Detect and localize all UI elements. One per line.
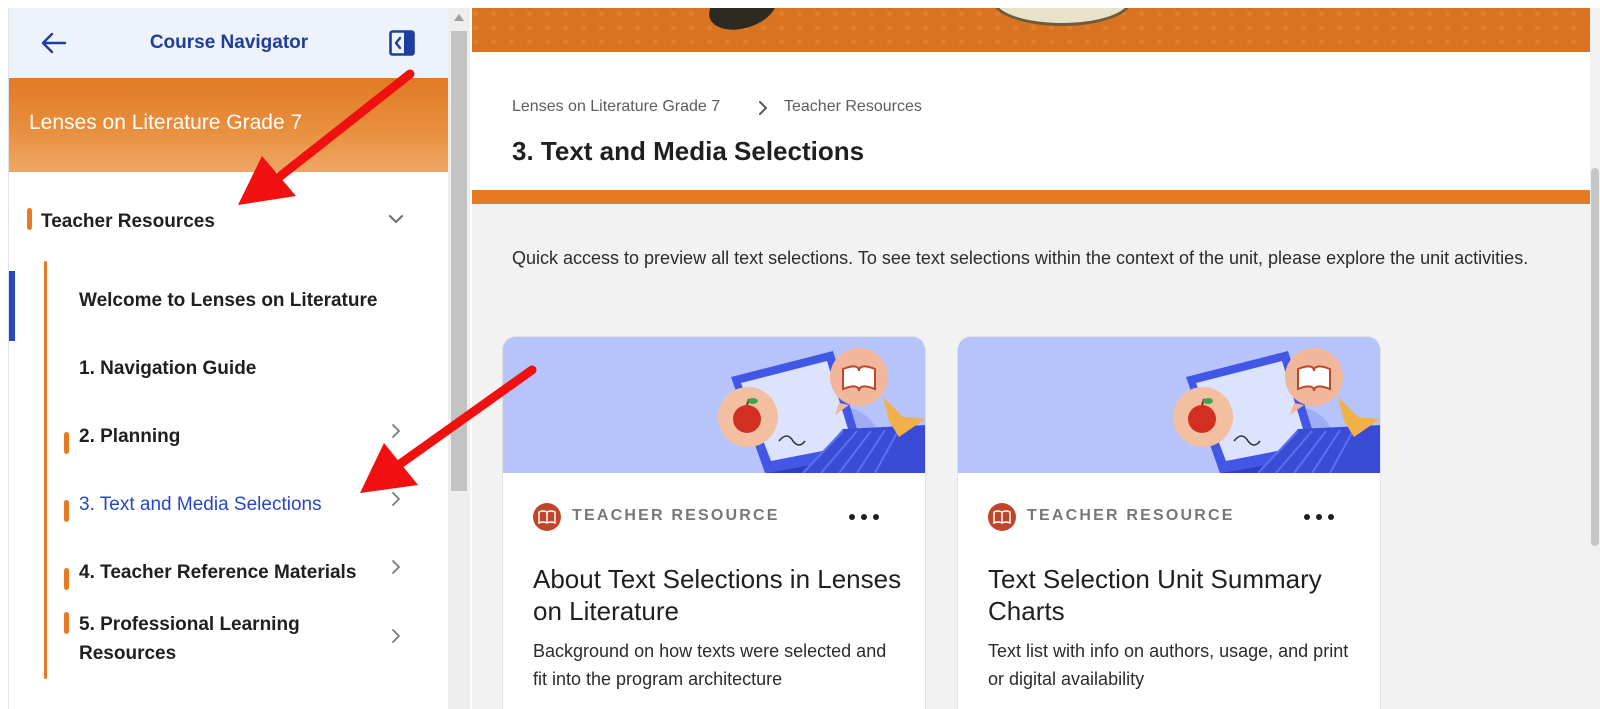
section-teacher-resources[interactable]: Teacher Resources — [9, 204, 448, 240]
sidebar-item-navigation-guide[interactable]: 1. Navigation Guide — [9, 351, 448, 407]
sidebar-item-label: 5. Professional Learning — [79, 614, 300, 635]
page-header: Lenses on Literature Grade 7 Teacher Res… — [472, 52, 1590, 190]
card-type-label: TEACHER RESOURCE — [1027, 507, 1235, 524]
course-banner[interactable]: Lenses on Literature Grade 7 — [9, 78, 448, 172]
breadcrumb-course[interactable]: Lenses on Literature Grade 7 — [512, 98, 720, 116]
sidebar-item-label: 4. Teacher Reference Materials — [79, 562, 357, 583]
sidebar-item-teacher-reference[interactable]: 4. Teacher Reference Materials — [9, 555, 448, 611]
sidebar-item-label: 3. Text and Media Selections — [79, 494, 322, 515]
book-icon — [988, 503, 1016, 531]
intro-text: Quick access to preview all text selecti… — [512, 248, 1529, 268]
item-marker — [64, 432, 69, 454]
navigator-title: Course Navigator — [149, 32, 309, 53]
card-type-label: TEACHER RESOURCE — [572, 507, 780, 524]
resource-card[interactable]: TEACHER RESOURCE Text Selection Unit Sum… — [957, 336, 1381, 709]
item-marker — [64, 568, 69, 590]
card-type-row: TEACHER RESOURCE — [533, 501, 903, 533]
chevron-right-icon[interactable] — [387, 627, 405, 645]
more-options-button[interactable] — [849, 507, 879, 527]
page-title: 3. Text and Media Selections — [512, 136, 865, 166]
resource-card[interactable]: TEACHER RESOURCE About Text Selections i… — [502, 336, 926, 709]
card-title[interactable]: About Text Selections in Lenses on Liter… — [533, 563, 903, 627]
sidebar-scroll-thumb[interactable] — [451, 31, 467, 491]
item-marker — [64, 612, 69, 634]
collapse-panel-button[interactable] — [385, 26, 419, 60]
chevron-right-icon[interactable] — [387, 490, 405, 508]
sidebar-item-welcome[interactable]: Welcome to Lenses on Literature — [9, 283, 448, 339]
section-marker — [27, 208, 32, 230]
card-description: Background on how texts were selected an… — [533, 641, 887, 689]
scroll-up-arrow-icon[interactable] — [454, 14, 464, 21]
card-illustration — [503, 337, 925, 473]
breadcrumb: Lenses on Literature Grade 7 — [512, 98, 720, 116]
course-title: Lenses on Literature Grade 7 — [29, 111, 303, 134]
sidebar-item-planning[interactable]: 2. Planning — [9, 419, 448, 475]
navigator-header: Course Navigator — [9, 8, 448, 78]
main-content: Lenses on Literature Grade 7 Teacher Res… — [472, 8, 1590, 709]
breadcrumb-chevron-icon — [759, 101, 767, 115]
card-type-row: TEACHER RESOURCE — [988, 501, 1358, 533]
collapse-panel-icon — [389, 30, 415, 56]
chevron-right-icon[interactable] — [387, 422, 405, 440]
sidebar-item-label: 1. Navigation Guide — [79, 358, 257, 379]
sidebar-item-professional-learning[interactable]: 5. Professional Learning Resources — [9, 608, 448, 678]
sidebar-item-label: 2. Planning — [79, 426, 181, 447]
card-title[interactable]: Text Selection Unit Summary Charts — [988, 563, 1358, 627]
book-icon — [533, 503, 561, 531]
chevron-right-icon[interactable] — [387, 558, 405, 576]
page-scroll-thumb[interactable] — [1591, 168, 1599, 546]
card-illustration — [958, 337, 1380, 473]
sidebar-item-text-media-selections[interactable]: 3. Text and Media Selections — [9, 487, 448, 543]
hero-image — [472, 8, 1590, 52]
header-divider — [472, 190, 1590, 204]
page-scrollbar[interactable] — [1590, 8, 1600, 709]
course-navigator-panel: Course Navigator Lenses on Literature Gr… — [8, 8, 448, 709]
breadcrumb-section[interactable]: Teacher Resources — [784, 98, 922, 116]
sidebar-scrollbar[interactable] — [448, 8, 470, 709]
section-label: Teacher Resources — [41, 211, 215, 232]
breadcrumb-section-wrap: Teacher Resources — [784, 98, 922, 116]
card-description: Text list with info on authors, usage, a… — [988, 641, 1349, 689]
sidebar-item-label: Welcome to Lenses on Literature — [79, 290, 378, 311]
sidebar-item-label-line2: Resources — [79, 643, 177, 664]
more-options-button[interactable] — [1304, 507, 1334, 527]
chevron-down-icon[interactable] — [385, 208, 407, 230]
item-marker — [64, 500, 69, 522]
